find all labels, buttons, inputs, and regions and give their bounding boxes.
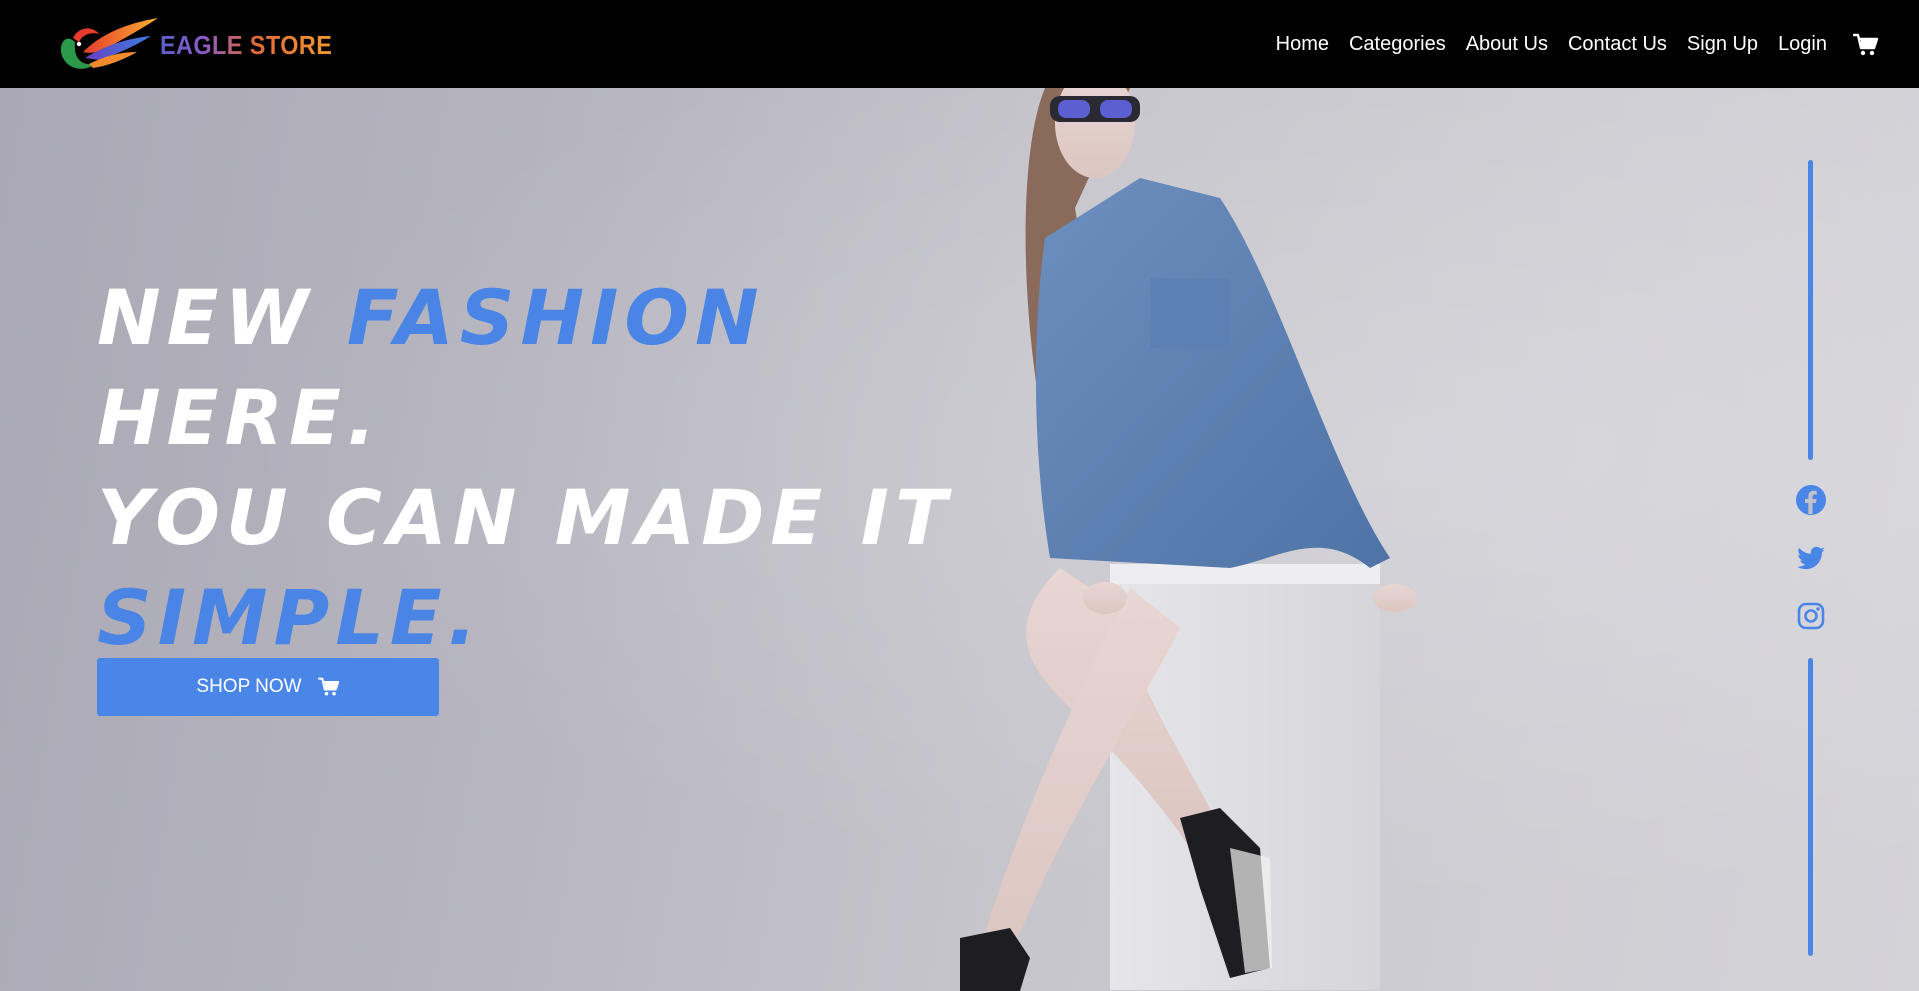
social-divider-bottom: [1808, 658, 1813, 956]
logo[interactable]: EAGLE STORE: [55, 12, 351, 76]
nav-categories[interactable]: Categories: [1349, 30, 1446, 58]
headline-accent-fashion: Fashion: [346, 273, 765, 362]
headline-line-1: New Fashion Here.: [97, 268, 997, 468]
instagram-icon[interactable]: [1795, 600, 1827, 632]
nav-home[interactable]: Home: [1276, 30, 1329, 58]
eagle-logo-icon: [60, 18, 158, 69]
navbar: EAGLE STORE Home Categories About Us Con…: [0, 0, 1919, 88]
shop-now-button[interactable]: SHOP NOW: [97, 658, 439, 716]
twitter-icon[interactable]: [1795, 542, 1827, 574]
nav-links: Home Categories About Us Contact Us Sign…: [1256, 30, 1827, 58]
facebook-icon[interactable]: [1795, 484, 1827, 516]
nav-login[interactable]: Login: [1778, 30, 1827, 58]
hero-model-image: [960, 88, 1417, 991]
logo-text: EAGLE STORE: [160, 29, 333, 60]
headline-text: New: [97, 273, 347, 362]
hero-headline: New Fashion Here. You can made it Simple…: [97, 268, 997, 668]
social-divider-top: [1808, 160, 1813, 460]
shop-now-label: SHOP NOW: [196, 676, 302, 697]
headline-text: Here.: [97, 373, 382, 462]
headline-line-2: You can made it: [97, 473, 953, 562]
headline-accent-simple: Simple.: [97, 573, 483, 662]
nav-sign-up[interactable]: Sign Up: [1687, 30, 1758, 58]
nav-about-us[interactable]: About Us: [1466, 30, 1548, 58]
cart-icon[interactable]: [1853, 33, 1879, 57]
cart-icon: [317, 677, 339, 696]
hero-section: New Fashion Here. You can made it Simple…: [0, 88, 1919, 991]
nav-contact-us[interactable]: Contact Us: [1568, 30, 1667, 58]
